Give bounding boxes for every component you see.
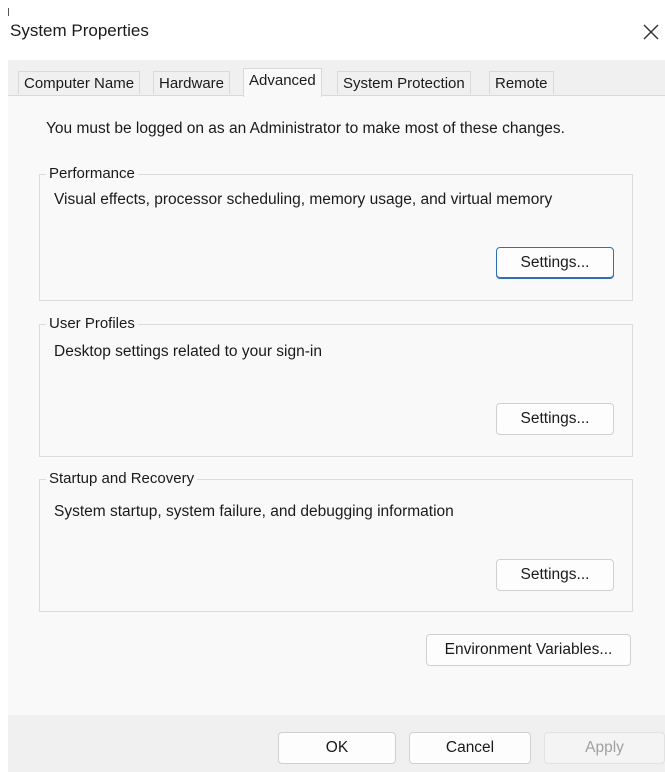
performance-group: Performance Visual effects, processor sc…	[39, 165, 633, 301]
admin-note: You must be logged on as an Administrato…	[46, 120, 565, 137]
tab-remote[interactable]: Remote	[489, 71, 554, 94]
tab-computer-name[interactable]: Computer Name	[18, 71, 141, 94]
window-title: System Properties	[10, 21, 149, 40]
user-profiles-group: User Profiles Desktop settings related t…	[39, 315, 633, 457]
user-profiles-description: Desktop settings related to your sign-in	[54, 343, 322, 360]
close-button[interactable]	[637, 18, 665, 46]
startup-recovery-settings-button[interactable]: Settings...	[496, 559, 614, 591]
environment-variables-button[interactable]: Environment Variables...	[426, 634, 631, 666]
title-bar[interactable]: System Properties	[8, 8, 665, 60]
performance-legend: Performance	[46, 165, 138, 182]
tab-advanced[interactable]: Advanced	[243, 68, 322, 97]
window-corner-mark	[8, 8, 9, 16]
dialog-footer: OK Cancel Apply	[8, 715, 665, 772]
startup-recovery-legend: Startup and Recovery	[46, 470, 198, 487]
apply-button[interactable]: Apply	[544, 732, 665, 764]
ok-button[interactable]: OK	[278, 732, 396, 764]
performance-settings-button[interactable]: Settings...	[496, 247, 614, 279]
user-profiles-settings-button[interactable]: Settings...	[496, 403, 614, 435]
startup-recovery-description: System startup, system failure, and debu…	[54, 503, 454, 520]
startup-recovery-group: Startup and Recovery System startup, sys…	[39, 470, 633, 612]
close-icon	[643, 24, 659, 40]
cancel-button[interactable]: Cancel	[409, 732, 531, 764]
tab-hardware[interactable]: Hardware	[153, 71, 231, 94]
user-profiles-legend: User Profiles	[46, 315, 138, 332]
tab-strip: Computer Name Hardware Advanced System P…	[8, 68, 665, 97]
system-properties-window: System Properties Computer Name Hardware…	[8, 8, 665, 772]
performance-description: Visual effects, processor scheduling, me…	[54, 191, 553, 208]
tab-system-protection[interactable]: System Protection	[337, 71, 471, 94]
